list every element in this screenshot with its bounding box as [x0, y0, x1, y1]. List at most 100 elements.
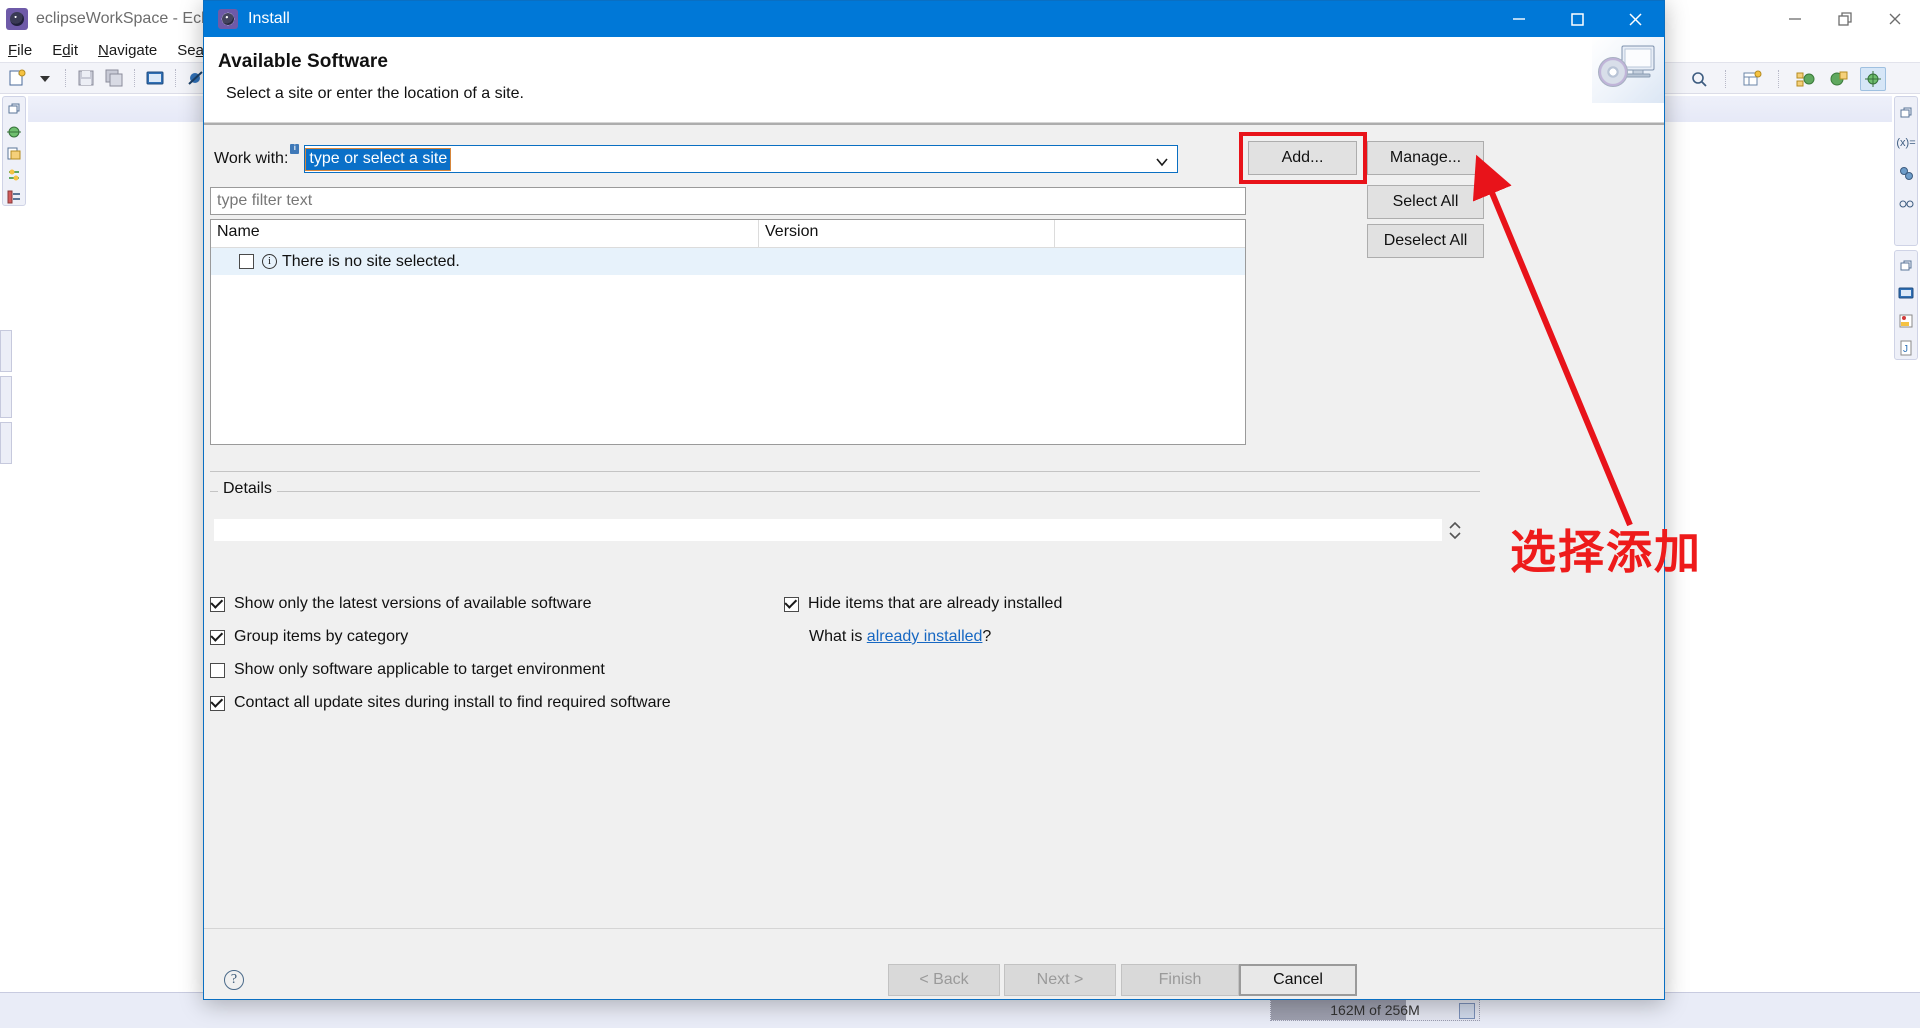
minimized-view-stub[interactable]	[0, 422, 12, 464]
save-icon[interactable]	[73, 66, 99, 90]
work-with-value: type or select a site	[305, 147, 452, 171]
restore-view-icon[interactable]	[1893, 101, 1919, 125]
what-is-line: What is already installed?	[809, 628, 1062, 646]
tasks-view-icon[interactable]	[1893, 310, 1919, 332]
perspective-team-icon[interactable]	[1792, 67, 1818, 91]
dialog-header: Available Software Select a site or ente…	[204, 37, 1664, 123]
page-subtitle: Select a site or enter the location of a…	[226, 85, 524, 102]
checkbox[interactable]	[210, 596, 225, 612]
menu-edit[interactable]: Edit	[52, 42, 78, 59]
dialog-footer: ? < Back Next > Finish Cancel	[204, 929, 1664, 999]
page-title: Available Software	[218, 51, 389, 72]
eclipse-right-toolbar-bottom: J	[1894, 250, 1918, 360]
open-perspective-icon[interactable]	[1739, 67, 1765, 91]
menu-navigate[interactable]: Navigate	[98, 42, 157, 59]
finish-button[interactable]: Finish	[1121, 964, 1239, 996]
restore-view-icon[interactable]	[1893, 255, 1919, 277]
row-label: There is no site selected.	[282, 252, 460, 270]
variables-view-icon[interactable]	[1, 166, 27, 183]
checkbox[interactable]	[784, 596, 799, 612]
console-icon[interactable]	[142, 66, 168, 90]
toolbar-separator	[65, 69, 66, 87]
what-is-suffix: ?	[982, 628, 992, 645]
table-header: Name Version	[211, 220, 1245, 248]
install-icon	[218, 9, 238, 29]
option-target-environment[interactable]: Show only software applicable to target …	[210, 661, 1480, 679]
details-legend: Details	[218, 480, 277, 498]
details-group: Details	[210, 480, 1480, 581]
already-installed-link[interactable]: already installed	[867, 628, 983, 645]
breakpoints-icon[interactable]	[1893, 161, 1919, 185]
filter-placeholder: type filter text	[217, 192, 313, 209]
eclipse-window-controls	[1770, 0, 1920, 38]
spinner-up-down-icon[interactable]	[1446, 515, 1464, 545]
trash-icon[interactable]	[1459, 1003, 1475, 1019]
option-hide-installed[interactable]: Hide items that are already installed	[784, 595, 1062, 613]
eclipse-left-toolbar	[2, 96, 26, 206]
checkbox[interactable]	[210, 662, 225, 678]
toolbar-separator	[1778, 70, 1779, 88]
next-button[interactable]: Next >	[1004, 964, 1116, 996]
dialog-titlebar: Install	[204, 1, 1664, 37]
search-icon[interactable]	[1686, 67, 1712, 91]
minimized-view-stub[interactable]	[0, 330, 12, 372]
perspective-java-icon[interactable]	[1826, 67, 1852, 91]
checkbox[interactable]	[210, 695, 225, 711]
dialog-title: Install	[248, 10, 290, 27]
details-text	[214, 519, 1442, 541]
project-explorer-icon[interactable]	[1, 145, 27, 162]
outline-view-icon[interactable]	[1, 188, 27, 205]
close-icon[interactable]	[1870, 0, 1920, 38]
manage-button[interactable]: Manage...	[1367, 141, 1484, 175]
eclipse-right-toolbar-top: (x)=	[1894, 96, 1918, 246]
option-contact-update-sites[interactable]: Contact all update sites during install …	[210, 694, 1480, 712]
select-all-button[interactable]: Select All	[1367, 185, 1484, 219]
add-button[interactable]: Add...	[204, 123, 1664, 175]
cancel-button[interactable]: Cancel	[1239, 964, 1357, 996]
perspective-debug-icon[interactable]	[1860, 67, 1886, 91]
help-icon[interactable]: ?	[224, 970, 244, 990]
section-divider	[210, 471, 1480, 472]
row-checkbox[interactable]	[239, 254, 254, 269]
column-header-name[interactable]: Name	[211, 220, 759, 247]
dialog-window-controls	[1490, 1, 1664, 37]
chevron-down-icon[interactable]	[32, 66, 58, 90]
maximize-icon[interactable]	[1548, 1, 1606, 37]
monitor-cd-icon	[1592, 37, 1664, 103]
deselect-all-button[interactable]: Deselect All	[1367, 224, 1484, 258]
restore-icon[interactable]	[1820, 0, 1870, 38]
javadoc-view-icon[interactable]: J	[1893, 338, 1919, 360]
heap-status[interactable]: 162M of 256M	[1270, 999, 1480, 1021]
dialog-body: Work with: i type or select a site Add..…	[204, 123, 1664, 999]
info-icon: i	[262, 254, 277, 269]
save-all-icon[interactable]	[101, 66, 127, 90]
heap-label: 162M of 256M	[1330, 1002, 1420, 1018]
console-view-icon[interactable]	[1893, 283, 1919, 305]
minimize-icon[interactable]	[1490, 1, 1548, 37]
chevron-down-icon[interactable]	[1155, 154, 1169, 172]
minimized-view-stub[interactable]	[0, 376, 12, 418]
menu-file[interactable]: File	[8, 42, 32, 59]
software-table: Name Version i There is no site selected…	[210, 219, 1246, 445]
screenshot-root: eclipseWorkSpace - Eclipse File Edit Nav…	[0, 0, 1920, 1028]
column-header-version[interactable]: Version	[759, 220, 1055, 247]
option-label: Show only software applicable to target …	[234, 661, 605, 678]
minimize-icon[interactable]	[1770, 0, 1820, 38]
toolbar-separator	[1725, 70, 1726, 88]
filter-input[interactable]: type filter text	[210, 187, 1246, 215]
expressions-icon[interactable]	[1893, 191, 1919, 215]
new-file-icon[interactable]	[4, 66, 30, 90]
add-button-inner[interactable]: Add...	[1248, 141, 1357, 175]
option-label: Contact all update sites during install …	[234, 694, 671, 711]
toolbar-separator	[175, 69, 176, 87]
back-button[interactable]: < Back	[888, 964, 1000, 996]
eclipse-icon	[6, 8, 28, 30]
work-with-combo[interactable]: type or select a site	[304, 145, 1179, 173]
debug-view-icon[interactable]	[1, 123, 27, 140]
checkbox[interactable]	[210, 629, 225, 645]
variables-icon[interactable]: (x)=	[1893, 131, 1919, 155]
column-header-blank[interactable]	[1055, 220, 1245, 247]
close-icon[interactable]	[1606, 1, 1664, 37]
restore-view-icon[interactable]	[1, 101, 27, 118]
table-row[interactable]: i There is no site selected.	[211, 248, 1245, 275]
